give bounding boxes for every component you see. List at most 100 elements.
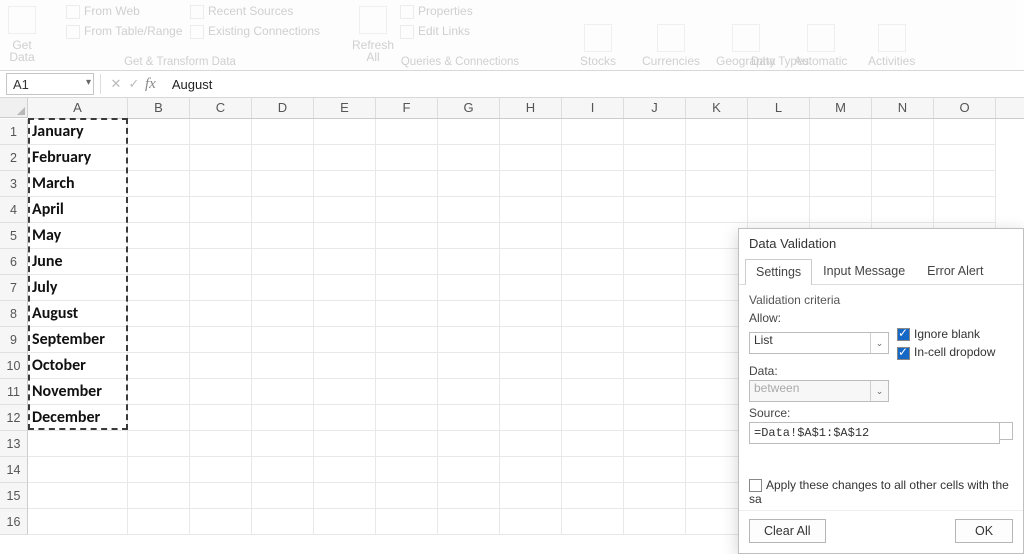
row-header[interactable]: 2 — [0, 145, 28, 171]
cell[interactable] — [376, 223, 438, 249]
col-header-B[interactable]: B — [128, 98, 190, 118]
get-data-button[interactable]: Get Data — [9, 38, 34, 65]
cell[interactable] — [624, 353, 686, 379]
cell[interactable] — [748, 119, 810, 145]
cell[interactable]: May — [28, 223, 128, 249]
cell[interactable] — [376, 301, 438, 327]
cell[interactable] — [128, 223, 190, 249]
cell[interactable] — [28, 509, 128, 535]
cell[interactable] — [872, 197, 934, 223]
cell[interactable] — [128, 145, 190, 171]
cell[interactable] — [624, 197, 686, 223]
cell[interactable] — [376, 171, 438, 197]
cell[interactable] — [314, 509, 376, 535]
cell[interactable] — [500, 275, 562, 301]
cell[interactable] — [624, 171, 686, 197]
cell[interactable] — [438, 483, 500, 509]
col-header-M[interactable]: M — [810, 98, 872, 118]
cell[interactable] — [128, 327, 190, 353]
cell[interactable] — [624, 275, 686, 301]
cell[interactable] — [190, 431, 252, 457]
cell[interactable] — [376, 145, 438, 171]
in-cell-dropdown-checkbox[interactable] — [897, 347, 910, 360]
cell[interactable] — [314, 353, 376, 379]
cell[interactable] — [686, 119, 748, 145]
row-header[interactable]: 13 — [0, 431, 28, 457]
col-header-K[interactable]: K — [686, 98, 748, 118]
col-header-J[interactable]: J — [624, 98, 686, 118]
cell[interactable] — [252, 431, 314, 457]
edit-links-button[interactable]: Edit Links — [418, 24, 470, 38]
cell[interactable] — [562, 431, 624, 457]
cell[interactable] — [128, 509, 190, 535]
cell[interactable] — [28, 431, 128, 457]
cell[interactable] — [624, 119, 686, 145]
cancel-icon[interactable]: ✕ — [107, 76, 125, 92]
cell[interactable] — [314, 483, 376, 509]
cell[interactable] — [190, 145, 252, 171]
cell[interactable] — [562, 379, 624, 405]
row-header[interactable]: 7 — [0, 275, 28, 301]
col-header-E[interactable]: E — [314, 98, 376, 118]
fx-icon[interactable]: fx — [145, 76, 156, 93]
select-all-triangle[interactable] — [0, 98, 28, 118]
cell[interactable]: August — [28, 301, 128, 327]
cell[interactable] — [748, 171, 810, 197]
cell[interactable] — [190, 171, 252, 197]
cell[interactable] — [314, 405, 376, 431]
cell[interactable] — [128, 379, 190, 405]
cell[interactable] — [438, 197, 500, 223]
cell[interactable] — [438, 327, 500, 353]
cell[interactable] — [314, 223, 376, 249]
cell[interactable] — [934, 171, 996, 197]
cell[interactable] — [190, 327, 252, 353]
cell[interactable] — [438, 275, 500, 301]
cell[interactable] — [128, 405, 190, 431]
row-header[interactable]: 11 — [0, 379, 28, 405]
cell[interactable] — [252, 223, 314, 249]
name-box[interactable]: A1 ▾ — [6, 73, 94, 95]
cell[interactable] — [624, 301, 686, 327]
tab-settings[interactable]: Settings — [745, 259, 812, 285]
column-headers[interactable]: ABCDEFGHIJKLMNO — [28, 98, 1024, 119]
cell[interactable]: December — [28, 405, 128, 431]
cell[interactable] — [376, 457, 438, 483]
cell[interactable] — [500, 405, 562, 431]
chevron-down-icon[interactable]: ▾ — [86, 77, 91, 88]
cell[interactable] — [314, 145, 376, 171]
cell[interactable] — [128, 249, 190, 275]
cell[interactable] — [438, 171, 500, 197]
source-input[interactable] — [749, 422, 1000, 444]
cell[interactable] — [314, 275, 376, 301]
cell[interactable] — [190, 483, 252, 509]
cell[interactable] — [872, 171, 934, 197]
cell[interactable] — [376, 431, 438, 457]
cell[interactable] — [748, 197, 810, 223]
range-picker-icon[interactable] — [1000, 422, 1013, 440]
cell[interactable] — [190, 119, 252, 145]
cell[interactable] — [128, 483, 190, 509]
clear-all-button[interactable]: Clear All — [749, 519, 826, 543]
cell[interactable] — [252, 457, 314, 483]
row-header[interactable]: 14 — [0, 457, 28, 483]
cell[interactable] — [252, 145, 314, 171]
allow-select[interactable]: List ⌄ — [749, 332, 889, 354]
cell[interactable] — [810, 145, 872, 171]
cell[interactable] — [190, 353, 252, 379]
cell[interactable] — [314, 249, 376, 275]
row-header[interactable]: 16 — [0, 509, 28, 535]
row-header[interactable]: 5 — [0, 223, 28, 249]
cell[interactable] — [810, 119, 872, 145]
cell[interactable] — [314, 197, 376, 223]
cell[interactable] — [624, 145, 686, 171]
cell[interactable] — [252, 483, 314, 509]
row-header[interactable]: 9 — [0, 327, 28, 353]
row-header[interactable]: 3 — [0, 171, 28, 197]
cell[interactable] — [624, 457, 686, 483]
cell[interactable] — [190, 275, 252, 301]
cell[interactable] — [810, 171, 872, 197]
cell[interactable] — [934, 119, 996, 145]
cell[interactable] — [314, 327, 376, 353]
col-header-I[interactable]: I — [562, 98, 624, 118]
data-validation-dialog[interactable]: Data Validation Settings Input Message E… — [738, 228, 1024, 554]
